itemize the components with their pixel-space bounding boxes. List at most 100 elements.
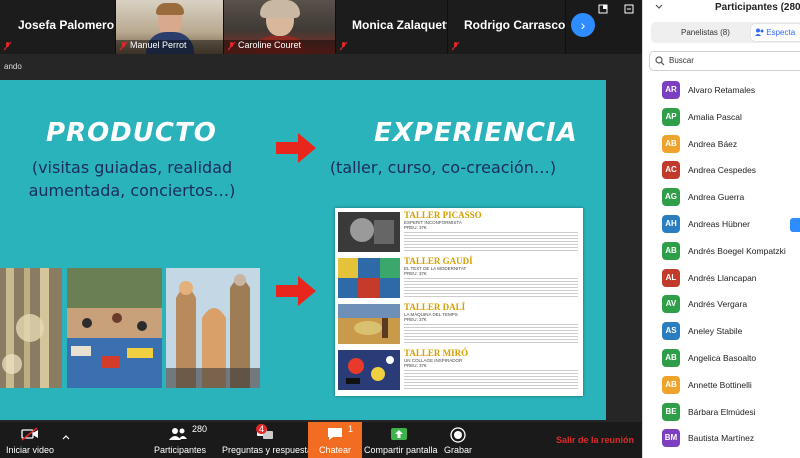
parc-guell-photo — [67, 268, 162, 388]
catalog-item-description — [404, 324, 578, 344]
muted-mic-icon — [339, 41, 348, 51]
participant-name: Bárbara Elmúdesi — [688, 406, 756, 417]
slide-subtitle-experiencia: (taller, curso, co-creación…) — [329, 158, 557, 177]
record-button[interactable]: Grabar — [440, 422, 476, 458]
layout-icon[interactable] — [598, 4, 608, 14]
participant-tile[interactable]: Monica Zalaquett — [336, 0, 448, 54]
participant-name: Monica Zalaquett — [352, 18, 448, 32]
participant-name: Andrea Báez — [688, 138, 738, 149]
list-item[interactable]: AB Andrea Báez — [643, 132, 800, 159]
participant-name: Andrea Cespedes — [688, 165, 757, 176]
avatar: AR — [662, 81, 680, 99]
picasso-thumbnail — [338, 212, 400, 252]
avatar: AB — [662, 348, 680, 367]
list-item[interactable]: AL Andrés Llancapan — [643, 266, 800, 293]
chat-button[interactable]: 1 Chatear — [308, 422, 362, 458]
shared-screen-area: ando PRODUCTO (visitas guiadas, realidad… — [0, 54, 642, 422]
catalog-item-description — [404, 232, 578, 252]
record-icon — [450, 427, 466, 443]
catalog-item: TALLER MIRÓ UN COLLAGE INSPIRADOR PREU: 3… — [338, 348, 580, 392]
participant-list: AR Alvaro Retamales AP Amalia Pascal AB Andre… — [643, 78, 800, 453]
catalog-item-title: TALLER MIRÓ — [404, 348, 469, 358]
participant-name: Andreas Hübner — [688, 218, 750, 229]
chat-icon — [328, 428, 342, 440]
list-item[interactable]: AG Andrea Guerra — [643, 185, 800, 212]
miro-thumbnail — [338, 350, 400, 390]
start-video-button[interactable]: Iniciar video — [0, 422, 60, 458]
gaudi-thumbnail — [338, 258, 400, 298]
qa-button[interactable]: 4 Preguntas y respuestas — [222, 422, 317, 458]
list-item[interactable]: AB Annette Bottinelli — [643, 373, 800, 400]
participants-count: 280 — [192, 424, 208, 434]
participants-button[interactable]: 280 Participantes — [150, 422, 210, 458]
close-panel-icon[interactable] — [624, 4, 634, 14]
catalog-item-description — [404, 370, 578, 390]
list-item[interactable]: AV Andrés Vergara — [643, 292, 800, 319]
avatar: AH — [662, 214, 680, 233]
list-item[interactable]: AR Alvaro Retamales — [643, 78, 800, 105]
panel-title: Participantes (280) — [715, 2, 800, 13]
leave-meeting-button[interactable]: Salir de la reunión — [556, 435, 634, 445]
participant-name: Andrés Vergara — [688, 299, 748, 310]
catalog-item-title: TALLER GAUDÍ — [404, 256, 473, 266]
video-off-icon — [21, 427, 38, 441]
participant-name: Caroline Couret — [238, 40, 302, 50]
panel-header: Participantes (280) — [643, 0, 800, 18]
next-page-button[interactable]: › — [571, 13, 595, 37]
list-item[interactable]: AB Angelica Basoalto — [643, 346, 800, 373]
meeting-toolbar: Iniciar video 280 Participantes 4 Pregun… — [0, 422, 642, 458]
attendees-icon — [755, 28, 764, 36]
chevron-down-icon[interactable] — [655, 4, 663, 10]
list-item[interactable]: BM Bautista Martínez — [643, 426, 800, 453]
list-item[interactable]: BE Bárbara Elmúdesi — [643, 400, 800, 427]
catalog-item-sub: LA MÀQUINA DEL TEMPS PREU: 37€ — [404, 312, 458, 322]
tab-attendees[interactable]: Especta — [751, 24, 800, 41]
participant-hair — [156, 3, 184, 15]
avatar: AV — [662, 295, 680, 314]
participant-name: Aneley Stabile — [688, 326, 743, 337]
list-item[interactable]: AB Andrés Boegel Kompatzki — [643, 239, 800, 266]
participant-hair — [260, 0, 300, 18]
search-input[interactable]: Buscar — [649, 51, 800, 71]
list-item[interactable]: AP Amalia Pascal — [643, 105, 800, 132]
list-item[interactable]: AC Andrea Cespedes — [643, 158, 800, 185]
avatar: AB — [662, 134, 680, 153]
avatar: AL — [662, 268, 680, 287]
participant-tile[interactable]: Manuel Perrot — [116, 0, 224, 54]
catalog-item-sub: ESPERIT INCONFORMISTA PREU: 37€ — [404, 220, 462, 230]
catalog-item-sub: EL TEXT DE LA MODERNITAT PREU: 37€ — [404, 266, 467, 276]
presentation-slide: PRODUCTO (visitas guiadas, realidad aume… — [0, 80, 606, 420]
list-item[interactable]: AS Aneley Stabile — [643, 319, 800, 346]
participant-name: Amalia Pascal — [688, 111, 742, 122]
avatar: BE — [662, 402, 680, 421]
tab-panelists[interactable]: Panelistas (8) — [681, 24, 730, 41]
dali-thumbnail — [338, 304, 400, 344]
avatar: AP — [662, 107, 680, 126]
participant-tile[interactable]: Rodrigo Carrasco — [448, 0, 566, 54]
participant-name: Josefa Palomero — [18, 18, 115, 32]
participant-name: Alvaro Retamales — [688, 85, 756, 95]
participant-tile[interactable]: Josefa Palomero — [0, 0, 116, 54]
participant-tabs: Panelistas (8) Especta — [651, 22, 800, 43]
participant-name: Bautista Martínez — [688, 433, 755, 444]
avatar: AB — [662, 375, 680, 394]
participant-name: Rodrigo Carrasco — [464, 18, 566, 32]
slide-subtitle-producto: (visitas guiadas, realidad aumentada, co… — [28, 158, 236, 200]
catalog-item-title: TALLER DALÍ — [404, 302, 466, 312]
chevron-up-icon[interactable] — [62, 434, 70, 440]
participants-panel: Participantes (280) Panelistas (8) Espec… — [642, 0, 800, 458]
catalog-item-description — [404, 278, 578, 298]
catalog-item-sub: UN COLLAGE INSPIRADOR PREU: 37€ — [404, 358, 463, 368]
share-screen-button[interactable]: Compartir pantalla — [364, 422, 438, 458]
workshop-catalog: TALLER PICASSO ESPERIT INCONFORMISTA PREU… — [335, 208, 583, 396]
catalog-item: TALLER DALÍ LA MÀQUINA DEL TEMPS PREU: 37… — [338, 302, 580, 346]
participant-name: Andrés Boegel Kompatzki — [688, 245, 786, 256]
video-gallery-strip: Josefa Palomero Manuel Perrot Caroline C… — [0, 0, 642, 54]
list-item[interactable]: AH Andreas Hübner — [643, 212, 800, 239]
participant-tile[interactable]: Caroline Couret — [224, 0, 336, 54]
slide-title-producto: PRODUCTO — [46, 118, 217, 148]
row-action-button[interactable] — [790, 217, 800, 232]
slide-title-experiencia: EXPERIENCIA — [374, 118, 578, 148]
participant-name: Andrea Guerra — [688, 192, 745, 203]
participant-name: Manuel Perrot — [130, 40, 187, 50]
